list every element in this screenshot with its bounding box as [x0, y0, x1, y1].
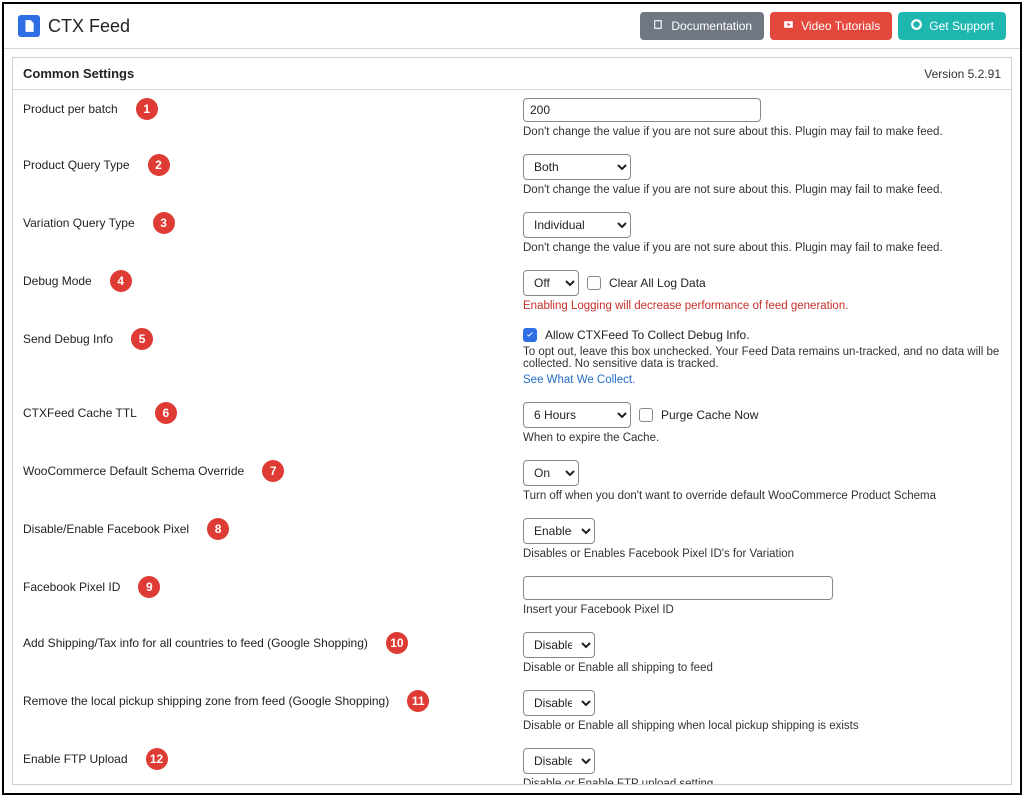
help-fb-pixel-toggle: Disables or Enables Facebook Pixel ID's …: [523, 548, 1001, 560]
annotation-badge-5: 5: [131, 328, 153, 350]
doc-icon: [18, 15, 40, 37]
row-debug-mode: Debug Mode 4 Off Clear All Log Data Enab…: [13, 262, 1011, 320]
label-debug-mode: Debug Mode: [23, 274, 92, 288]
panel-version: Version 5.2.91: [924, 67, 1001, 81]
lifebuoy-icon: [910, 18, 923, 34]
app-window: CTX Feed Documentation Video Tutorials G…: [2, 2, 1022, 795]
panel-header: Common Settings Version 5.2.91: [13, 58, 1011, 90]
row-product-query-type: Product Query Type 2 Both Don't change t…: [13, 146, 1011, 204]
documentation-button[interactable]: Documentation: [640, 12, 764, 40]
help-shipping-tax: Disable or Enable all shipping to feed: [523, 662, 1001, 674]
clear-log-label: Clear All Log Data: [609, 276, 706, 290]
debug-mode-warning: Enabling Logging will decrease performan…: [523, 300, 1001, 312]
row-ftp-upload: Enable FTP Upload 12 Disabled Disable or…: [13, 740, 1011, 784]
local-pickup-select[interactable]: Disabled: [523, 690, 595, 716]
annotation-badge-2: 2: [148, 154, 170, 176]
debug-mode-select[interactable]: Off: [523, 270, 579, 296]
label-local-pickup: Remove the local pickup shipping zone fr…: [23, 694, 389, 708]
label-product-query-type: Product Query Type: [23, 158, 130, 172]
panel-title: Common Settings: [23, 66, 134, 81]
row-local-pickup: Remove the local pickup shipping zone fr…: [13, 682, 1011, 740]
help-send-debug: To opt out, leave this box unchecked. Yo…: [523, 346, 1001, 370]
label-fb-pixel-toggle: Disable/Enable Facebook Pixel: [23, 522, 189, 536]
top-bar: CTX Feed Documentation Video Tutorials G…: [4, 4, 1020, 49]
annotation-badge-8: 8: [207, 518, 229, 540]
help-ftp-upload: Disable or Enable FTP upload setting: [523, 778, 1001, 784]
help-local-pickup: Disable or Enable all shipping when loca…: [523, 720, 1001, 732]
label-product-per-batch: Product per batch: [23, 102, 118, 116]
label-variation-query-type: Variation Query Type: [23, 216, 135, 230]
documentation-label: Documentation: [671, 19, 752, 33]
product-per-batch-input[interactable]: [523, 98, 761, 122]
get-support-label: Get Support: [929, 19, 994, 33]
help-variation-query-type: Don't change the value if you are not su…: [523, 242, 1001, 254]
annotation-badge-9: 9: [138, 576, 160, 598]
annotation-badge-7: 7: [262, 460, 284, 482]
help-product-query-type: Don't change the value if you are not su…: [523, 184, 1001, 196]
row-product-per-batch: Product per batch 1 Don't change the val…: [13, 90, 1011, 146]
video-tutorials-label: Video Tutorials: [801, 19, 880, 33]
youtube-icon: [782, 18, 795, 34]
fb-pixel-id-input[interactable]: [523, 576, 833, 600]
schema-override-select[interactable]: On: [523, 460, 579, 486]
panel-body: Product per batch 1 Don't change the val…: [13, 90, 1011, 784]
row-schema-override: WooCommerce Default Schema Override 7 On…: [13, 452, 1011, 510]
clear-log-checkbox[interactable]: [587, 276, 601, 290]
row-shipping-tax: Add Shipping/Tax info for all countries …: [13, 624, 1011, 682]
allow-collect-label: Allow CTXFeed To Collect Debug Info.: [545, 328, 750, 342]
purge-cache-label: Purge Cache Now: [661, 408, 758, 422]
product-query-type-select[interactable]: Both: [523, 154, 631, 180]
annotation-badge-12: 12: [146, 748, 168, 770]
row-send-debug-info: Send Debug Info 5 Allow CTXFeed To Colle…: [13, 320, 1011, 394]
label-ftp-upload: Enable FTP Upload: [23, 752, 128, 766]
annotation-badge-11: 11: [407, 690, 429, 712]
settings-panel: Common Settings Version 5.2.91 Product p…: [12, 57, 1012, 785]
video-tutorials-button[interactable]: Video Tutorials: [770, 12, 892, 40]
label-shipping-tax: Add Shipping/Tax info for all countries …: [23, 636, 368, 650]
book-icon: [652, 18, 665, 34]
cache-ttl-select[interactable]: 6 Hours: [523, 402, 631, 428]
help-cache-ttl: When to expire the Cache.: [523, 432, 1001, 444]
annotation-badge-6: 6: [155, 402, 177, 424]
annotation-badge-10: 10: [386, 632, 408, 654]
fb-pixel-toggle-select[interactable]: Enabled: [523, 518, 595, 544]
label-send-debug-info: Send Debug Info: [23, 332, 113, 346]
help-fb-pixel-id: Insert your Facebook Pixel ID: [523, 604, 1001, 616]
row-fb-pixel-id: Facebook Pixel ID 9 Insert your Facebook…: [13, 568, 1011, 624]
allow-collect-checkbox[interactable]: [523, 328, 537, 342]
annotation-badge-4: 4: [110, 270, 132, 292]
row-fb-pixel-toggle: Disable/Enable Facebook Pixel 8 Enabled …: [13, 510, 1011, 568]
brand: CTX Feed: [18, 15, 130, 37]
see-what-we-collect-link[interactable]: See What We Collect.: [523, 374, 1001, 386]
get-support-button[interactable]: Get Support: [898, 12, 1006, 40]
top-buttons: Documentation Video Tutorials Get Suppor…: [640, 12, 1006, 40]
variation-query-type-select[interactable]: Individual: [523, 212, 631, 238]
help-product-per-batch: Don't change the value if you are not su…: [523, 126, 1001, 138]
annotation-badge-1: 1: [136, 98, 158, 120]
row-cache-ttl: CTXFeed Cache TTL 6 6 Hours Purge Cache …: [13, 394, 1011, 452]
label-cache-ttl: CTXFeed Cache TTL: [23, 406, 137, 420]
annotation-badge-3: 3: [153, 212, 175, 234]
ftp-upload-select[interactable]: Disabled: [523, 748, 595, 774]
label-schema-override: WooCommerce Default Schema Override: [23, 464, 244, 478]
shipping-tax-select[interactable]: Disabled: [523, 632, 595, 658]
row-variation-query-type: Variation Query Type 3 Individual Don't …: [13, 204, 1011, 262]
label-fb-pixel-id: Facebook Pixel ID: [23, 580, 120, 594]
brand-title: CTX Feed: [48, 16, 130, 37]
help-schema-override: Turn off when you don't want to override…: [523, 490, 1001, 502]
purge-cache-checkbox[interactable]: [639, 408, 653, 422]
